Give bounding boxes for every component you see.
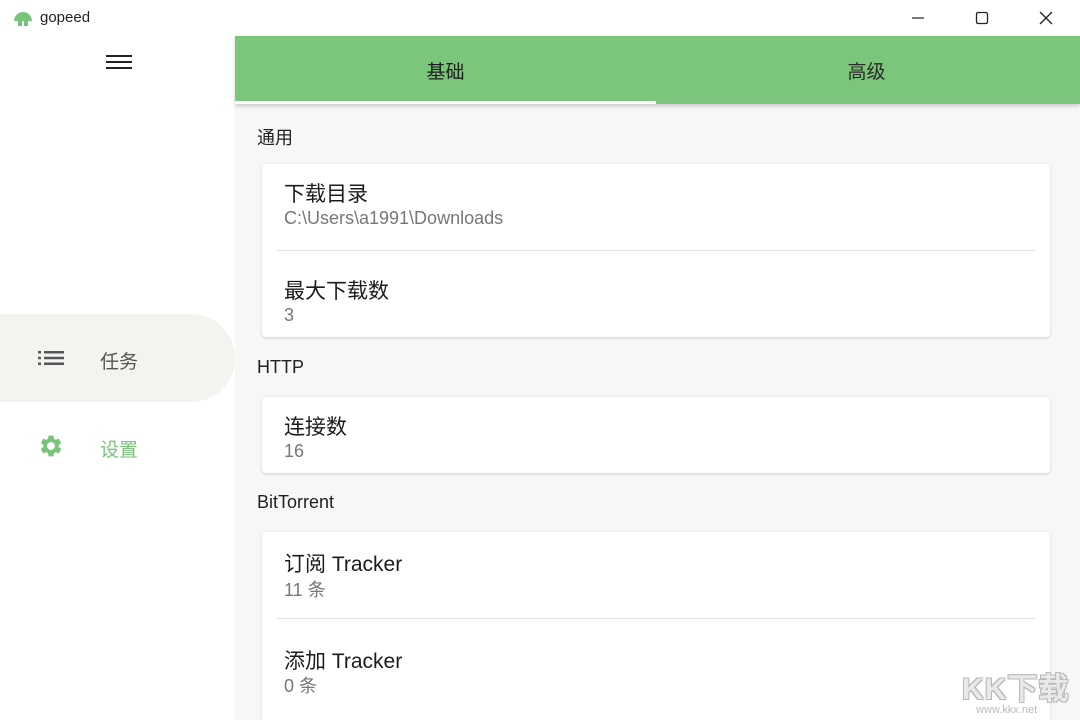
sidebar-item-label: 设置 bbox=[100, 440, 139, 461]
close-button[interactable] bbox=[1014, 0, 1078, 36]
setting-value: 0 条 bbox=[284, 676, 318, 696]
sidebar-item-label: 任务 bbox=[100, 352, 139, 373]
setting-value: 3 bbox=[284, 305, 295, 325]
sidebar-item-settings[interactable]: 设置 bbox=[0, 402, 235, 490]
watermark: KK下载 www.kkx.net bbox=[962, 664, 1074, 718]
menu-toggle-button[interactable] bbox=[104, 52, 134, 72]
sidebar-item-tasks[interactable]: 任务 bbox=[0, 314, 235, 402]
setting-title: 下载目录 bbox=[284, 183, 368, 206]
list-icon bbox=[38, 346, 64, 370]
setting-value: C:\Users\a1991\Downloads bbox=[284, 208, 504, 228]
tab-bar: 基础 高级 bbox=[235, 36, 1080, 104]
section-title-http: HTTP bbox=[257, 357, 304, 377]
setting-max-downloads[interactable]: 最大下载数 3 bbox=[262, 251, 1050, 337]
setting-title: 添加 Tracker bbox=[284, 650, 403, 673]
hamburger-menu-icon bbox=[106, 55, 132, 69]
setting-value: 16 bbox=[284, 441, 305, 461]
setting-value: 11 条 bbox=[284, 580, 326, 600]
sidebar: 任务 设置 bbox=[0, 36, 235, 720]
watermark-text: KK下载 bbox=[962, 673, 1070, 706]
setting-title: 订阅 Tracker bbox=[284, 553, 403, 576]
setting-connections[interactable]: 连接数 16 bbox=[262, 397, 1050, 473]
setting-download-directory[interactable]: 下载目录 C:\Users\a1991\Downloads bbox=[262, 164, 1050, 250]
settings-card-bittorrent: 订阅 Tracker 11 条 添加 Tracker 0 条 bbox=[262, 532, 1050, 720]
setting-title: 连接数 bbox=[284, 416, 347, 439]
title-bar: gopeed bbox=[0, 0, 1080, 36]
maximize-icon bbox=[975, 11, 989, 25]
watermark-url: www.kkx.net bbox=[976, 704, 1038, 716]
tab-label: 高级 bbox=[847, 61, 886, 83]
tab-label: 基础 bbox=[426, 61, 465, 83]
tab-advanced[interactable]: 高级 bbox=[656, 36, 1077, 104]
active-tab-indicator bbox=[235, 101, 656, 104]
settings-card-http: 连接数 16 bbox=[262, 397, 1050, 473]
gear-icon bbox=[38, 434, 64, 458]
section-title-bittorrent: BitTorrent bbox=[257, 492, 335, 512]
close-icon bbox=[1039, 11, 1053, 25]
setting-add-tracker[interactable]: 添加 Tracker 0 条 bbox=[262, 619, 1050, 719]
tab-basic[interactable]: 基础 bbox=[235, 36, 656, 104]
setting-subscribe-tracker[interactable]: 订阅 Tracker 11 条 bbox=[262, 532, 1050, 618]
settings-card-general: 下载目录 C:\Users\a1991\Downloads 最大下载数 3 bbox=[262, 164, 1050, 337]
gopeed-logo-icon bbox=[12, 8, 34, 28]
minimize-icon bbox=[912, 17, 924, 19]
app-title: gopeed bbox=[40, 9, 91, 26]
setting-title: 最大下载数 bbox=[284, 280, 389, 303]
maximize-button[interactable] bbox=[950, 0, 1014, 36]
section-title-general: 通用 bbox=[257, 128, 293, 148]
minimize-button[interactable] bbox=[886, 0, 950, 36]
